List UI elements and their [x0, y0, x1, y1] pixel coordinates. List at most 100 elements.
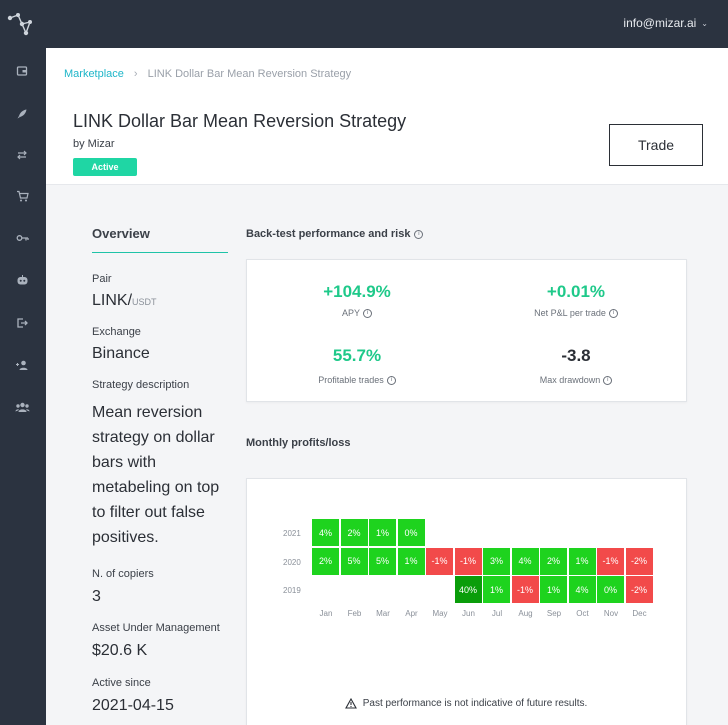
user-email: info@mizar.ai	[623, 16, 697, 30]
description-label: Strategy description	[92, 379, 190, 391]
strategy-description: Mean reversion strategy on dollar bars w…	[92, 404, 220, 546]
status-badge: Active	[73, 158, 137, 176]
exchange-label: Exchange	[92, 326, 141, 338]
metric-apy-label: APY i	[257, 308, 457, 318]
logout-icon[interactable]	[13, 314, 31, 332]
backtest-card: +104.9% APY i +0.01% Net P&L per trade i 5…	[246, 259, 687, 402]
rocket-icon[interactable]	[13, 105, 31, 123]
year-label: 2021	[283, 529, 301, 538]
metric-pnl-label-text: Net P&L per trade	[534, 308, 606, 318]
heatmap-cell: 40%	[454, 576, 482, 603]
metric-pnl-value: +0.01%	[546, 282, 606, 301]
heatmap-cell: 0%	[397, 519, 425, 546]
metric-profitable-label-text: Profitable trades	[318, 375, 384, 385]
active-since-label: Active since	[92, 677, 151, 689]
mizar-logo-icon[interactable]	[6, 10, 36, 38]
chevron-down-icon: ⌄	[701, 18, 708, 28]
month-label: Nov	[603, 608, 619, 618]
heatmap-cell: -2%	[625, 547, 653, 575]
pair-base: LINK/	[92, 292, 133, 309]
user-add-icon[interactable]	[13, 356, 31, 374]
heatmap-cell: 5%	[340, 547, 368, 575]
user-menu[interactable]: info@mizar.ai ⌄	[623, 16, 708, 30]
year-label: 2020	[283, 557, 301, 567]
sidebar	[0, 0, 46, 725]
month-label: May	[432, 608, 448, 618]
breadcrumb-marketplace-link[interactable]: Marketplace	[64, 68, 124, 80]
monthly-card: 2021 4% 2% 1% 0% 2020 2% 5% 5% 1% -1% -1% 3% 4% 2% 1% -1…	[246, 478, 687, 725]
metric-drawdown-label-text: Max drawdown	[539, 375, 601, 385]
warning-icon	[344, 698, 357, 709]
trade-button[interactable]: Trade	[609, 124, 703, 166]
info-icon[interactable]: i	[363, 308, 372, 318]
pair-value: LINK/USDT	[92, 292, 157, 310]
heatmap-cell: 3%	[483, 547, 510, 575]
monthly-title: Monthly profits/loss	[246, 437, 351, 449]
heatmap-cell: 1%	[397, 547, 425, 575]
breadcrumb: Marketplace › LINK Dollar Bar Mean Rever…	[64, 68, 351, 80]
users-icon[interactable]	[13, 398, 31, 416]
disclaimer-text: Past performance is not indicative of fu…	[362, 698, 588, 709]
month-label: Sep	[546, 608, 562, 618]
heatmap-cell: 0%	[597, 576, 624, 603]
info-icon[interactable]: i	[386, 375, 396, 385]
heatmap-cell: 4%	[511, 547, 539, 575]
copiers-value: 3	[92, 588, 101, 605]
heatmap-cell: -1%	[511, 576, 539, 603]
heatmap-cell: 2%	[312, 547, 339, 575]
copiers-label: N. of copiers	[92, 568, 154, 580]
metric-profitable-label: Profitable trades i	[257, 375, 457, 385]
metric-apy-label-text: APY	[341, 308, 360, 318]
info-icon[interactable]: i	[414, 229, 424, 239]
backtest-title: Back-test performance and risk i	[246, 228, 424, 240]
backtest-title-text: Back-test performance and risk	[246, 228, 411, 240]
year-label: 2019	[283, 586, 301, 595]
breadcrumb-current: LINK Dollar Bar Mean Reversion Strategy	[147, 68, 352, 80]
top-bar: info@mizar.ai ⌄	[46, 0, 728, 48]
robot-icon[interactable]	[13, 271, 31, 289]
heatmap-cell: 4%	[568, 576, 596, 603]
month-label: Jul	[491, 608, 503, 618]
month-label: Feb	[347, 608, 362, 618]
aum-value: $20.6 K	[92, 642, 148, 659]
exchange-value: Binance	[92, 345, 150, 362]
strategy-author: by Mizar	[73, 138, 115, 150]
info-icon[interactable]: i	[603, 375, 613, 385]
heatmap-cell: 1%	[568, 547, 596, 575]
pair-label: Pair	[92, 273, 112, 285]
heatmap-cell: -1%	[597, 547, 624, 575]
wallet-icon[interactable]	[13, 62, 31, 80]
overview-title: Overview	[92, 226, 150, 241]
page-title: LINK Dollar Bar Mean Reversion Strategy	[73, 111, 407, 131]
heatmap-cell: -1%	[426, 547, 453, 575]
heatmap-cell: 2%	[340, 519, 368, 546]
disclaimer: Past performance is not indicative of fu…	[246, 698, 686, 709]
cart-icon[interactable]	[13, 187, 31, 205]
active-since-value: 2021-04-15	[92, 697, 174, 714]
month-label: Aug	[518, 608, 533, 618]
aum-label: Asset Under Management	[92, 622, 220, 634]
month-label: Apr	[405, 608, 418, 618]
month-label: Jan	[319, 608, 333, 618]
chevron-right-icon: ›	[133, 68, 138, 80]
pair-quote: USDT	[132, 297, 157, 307]
heatmap-cell: 4%	[312, 519, 339, 546]
month-label: Oct	[576, 608, 589, 618]
metric-profitable-value: 55.7%	[332, 346, 382, 365]
heatmap-cell: 1%	[369, 519, 396, 546]
heatmap-cell: -1%	[454, 547, 482, 575]
month-label: Mar	[376, 608, 390, 618]
metric-drawdown-value: -3.8	[561, 346, 591, 365]
key-icon[interactable]	[13, 229, 31, 247]
strategy-header: Marketplace › LINK Dollar Bar Mean Rever…	[46, 48, 728, 185]
info-icon[interactable]: i	[608, 308, 618, 318]
heatmap-cell: 2%	[540, 547, 567, 575]
metric-pnl-label: Net P&L per trade i	[476, 308, 676, 318]
exchange-icon[interactable]	[13, 146, 31, 164]
metric-apy-value: +104.9%	[323, 282, 391, 301]
heatmap-cell: 1%	[483, 576, 510, 603]
month-label: Jun	[462, 608, 475, 618]
overview-divider	[92, 252, 228, 253]
heatmap-cell: 1%	[540, 576, 567, 603]
month-label: Dec	[632, 608, 647, 618]
